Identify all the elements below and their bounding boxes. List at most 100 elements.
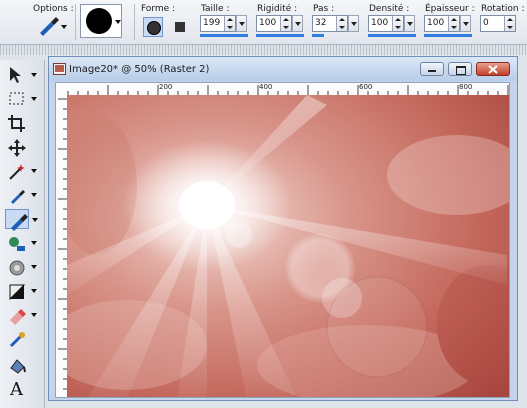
epaisseur-spinner[interactable] [448,16,459,31]
chevron-down-icon[interactable] [31,73,37,77]
brush-presets-button[interactable] [37,16,67,38]
toolbar-grip[interactable] [0,45,527,55]
window-title: Image20* @ 50% (Raster 2) [69,64,210,75]
pas-slider-bar[interactable] [312,34,324,37]
square-shape-icon [175,22,185,32]
densite-label: Densité : [369,4,410,14]
close-icon [488,65,498,74]
image-window: Image20* @ 50% (Raster 2) 200 400 600 80… [48,56,518,401]
round-shape-button[interactable] [143,17,163,37]
pas-spinner[interactable] [336,16,347,31]
selection-rect-icon [9,92,24,105]
chevron-down-icon[interactable] [31,241,37,245]
taille-label: Taille : [201,4,230,14]
round-brush-tip-icon [86,8,112,34]
rigidite-value: 100 [259,18,277,28]
tool-dropper-button[interactable] [5,185,37,205]
taille-field[interactable]: 199 [200,15,247,32]
tool-paintbrush-button[interactable] [5,209,38,231]
chevron-down-icon[interactable] [31,265,37,269]
ruler-label: 400 [259,83,273,91]
minimize-icon [428,70,436,72]
magic-wand-icon [9,164,25,180]
chevron-down-icon[interactable] [31,97,37,101]
densite-field[interactable]: 100 [368,15,415,32]
rigidite-slider-bar[interactable] [256,34,304,37]
dodge-burn-icon [9,284,26,301]
densite-slider-bar[interactable] [368,34,416,37]
epaisseur-label: Épaisseur : [425,4,475,14]
pas-field[interactable]: 32 [312,15,359,32]
chevron-down-icon[interactable] [31,193,37,197]
tool-selection-rect-button[interactable] [5,89,37,109]
chevron-down-icon[interactable] [31,169,37,173]
densite-spinner[interactable] [392,16,403,31]
tool-fill-button[interactable] [5,353,29,374]
ruler-label: 800 [459,83,473,91]
taille-dropdown-button[interactable] [236,15,247,32]
taille-value: 199 [203,18,221,28]
sun-core [179,181,235,229]
rotation-value: 0 [483,18,489,28]
close-button[interactable] [476,62,510,76]
move-icon [8,139,26,157]
densite-value: 100 [371,18,389,28]
taille-spinner[interactable] [224,16,235,31]
arrow-pointer-icon [10,67,21,83]
text-icon: A [9,379,24,398]
maximize-button[interactable] [448,62,472,76]
forme-label: Forme : [141,4,176,14]
densite-dropdown-button[interactable] [404,15,415,32]
rotation-field[interactable]: 0 [480,15,516,32]
chevron-down-icon[interactable] [31,313,37,317]
clone-brush-icon [9,237,25,251]
tool-dodge-burn-button[interactable] [5,281,37,301]
chevron-down-icon [61,25,67,29]
tool-scratch-remover-button[interactable] [5,257,37,277]
tools-palette: A [0,60,45,408]
ruler-label: 200 [159,83,173,91]
tool-text-button[interactable]: A [5,377,29,398]
image-document-icon [53,63,66,78]
chevron-down-icon[interactable] [32,218,38,222]
tool-clone-brush-button[interactable] [5,233,37,253]
rotation-spinner[interactable] [504,16,515,31]
tool-options-bar: Options : Forme : Taille : 199 Rigidité … [0,0,527,45]
rigidite-label: Rigidité : [257,4,298,14]
tool-move-button[interactable] [5,137,29,157]
taille-slider-bar[interactable] [200,34,248,37]
divider [75,4,76,40]
tool-picture-tube-button[interactable] [5,329,29,349]
epaisseur-slider-bar[interactable] [424,34,472,37]
dropper-icon [11,190,25,204]
scratch-remover-icon [9,260,25,276]
minimize-button[interactable] [420,62,444,76]
epaisseur-field[interactable]: 100 [424,15,471,32]
raster-image[interactable] [67,95,510,398]
tool-arrow-pointer-button[interactable] [5,65,37,85]
tool-crop-button[interactable] [5,113,29,133]
pas-dropdown-button[interactable] [348,15,359,32]
pas-value: 32 [315,18,327,28]
rigidite-field[interactable]: 100 [256,15,303,32]
square-shape-button[interactable] [170,17,190,37]
rigidite-dropdown-button[interactable] [292,15,303,32]
lens-flare [225,221,253,249]
tool-magic-wand-button[interactable] [5,161,37,181]
rotation-label: Rotation : [481,4,525,14]
chevron-down-icon[interactable] [31,289,37,293]
ruler-label: 600 [359,83,373,91]
canvas-area: 200 400 600 800 [55,82,510,398]
window-titlebar[interactable]: Image20* @ 50% (Raster 2) [49,57,517,81]
eraser-icon [10,309,26,325]
chevron-down-icon [115,20,121,24]
epaisseur-value: 100 [427,18,445,28]
maximize-icon [456,66,466,75]
epaisseur-dropdown-button[interactable] [460,15,471,32]
vertical-ruler-ticks [58,98,67,390]
rigidite-spinner[interactable] [280,16,291,31]
paintbrush-icon [11,214,28,231]
tool-eraser-button[interactable] [5,305,37,325]
pas-label: Pas : [313,4,335,14]
brush-tip-preview[interactable] [80,4,122,38]
